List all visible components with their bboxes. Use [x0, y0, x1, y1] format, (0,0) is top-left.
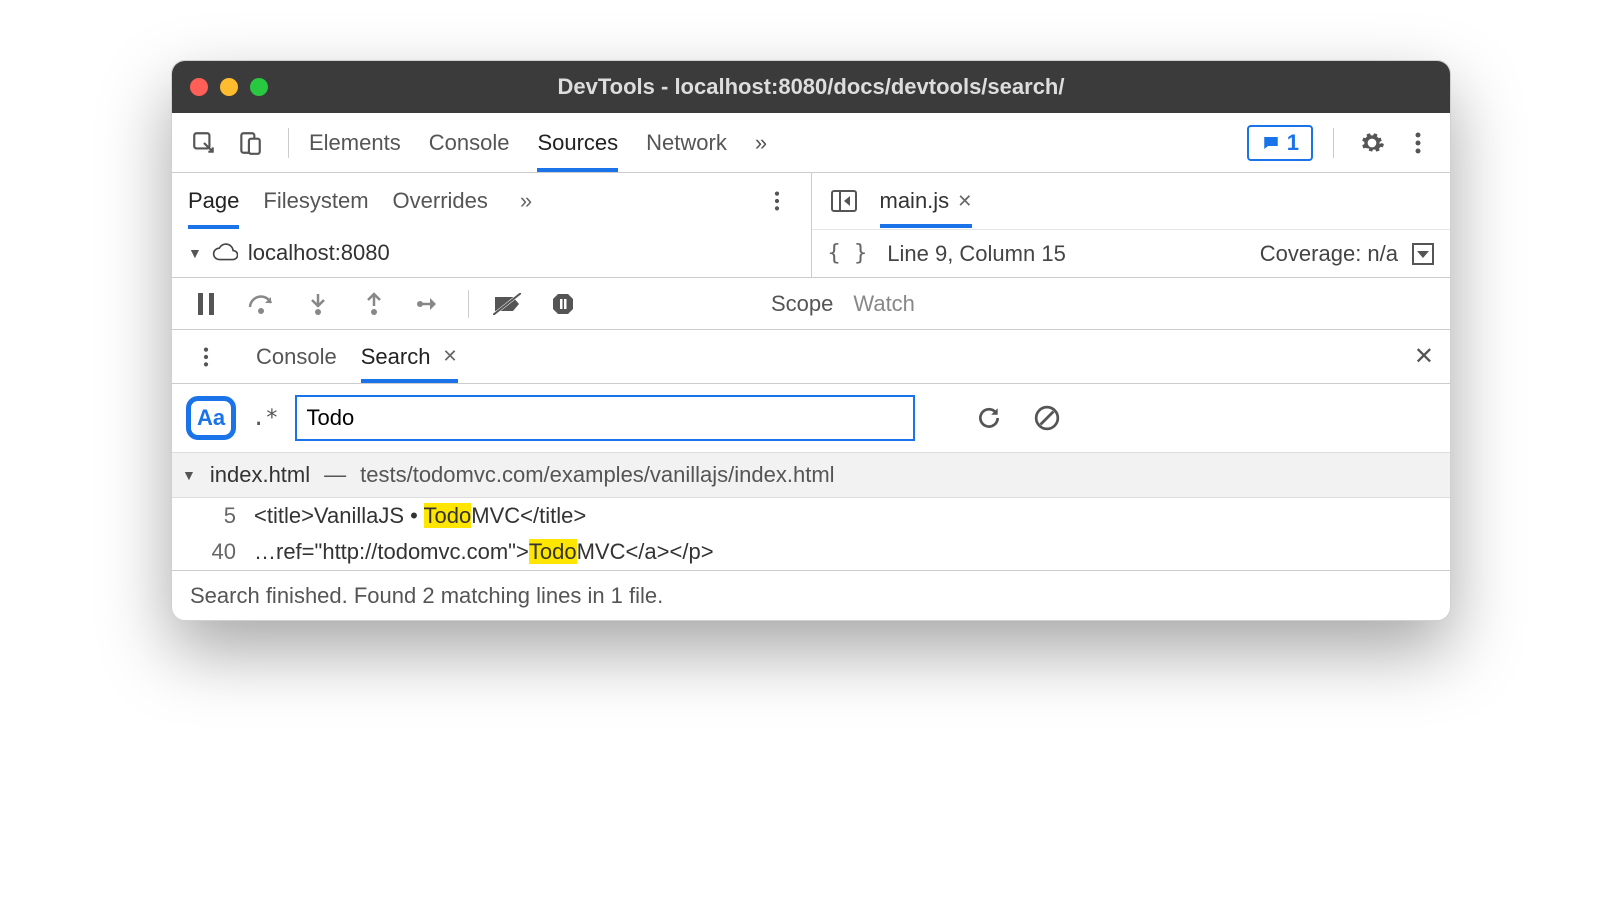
line-number: 40: [196, 539, 236, 565]
tab-console[interactable]: Console: [429, 113, 510, 172]
step-into-icon[interactable]: [300, 286, 336, 322]
window-title: DevTools - localhost:8080/docs/devtools/…: [188, 74, 1434, 100]
line-code: <title>VanillaJS • TodoMVC</title>: [254, 503, 586, 529]
status-bar: Search finished. Found 2 matching lines …: [172, 570, 1450, 620]
pause-on-exceptions-icon[interactable]: [545, 286, 581, 322]
search-match: Todo: [529, 539, 577, 564]
debugger-tab-watch[interactable]: Watch: [853, 291, 915, 317]
main-toolbar: Elements Console Sources Network » 1: [172, 113, 1450, 173]
step-over-icon[interactable]: [244, 286, 280, 322]
tabs-overflow[interactable]: »: [755, 113, 767, 172]
kebab-menu-icon[interactable]: [1400, 125, 1436, 161]
traffic-lights: [190, 78, 268, 96]
line-code: …ref="http://todomvc.com">TodoMVC</a></p…: [254, 539, 714, 565]
tab-elements[interactable]: Elements: [309, 113, 401, 172]
sources-split: Page Filesystem Overrides » ▼ localhost:…: [172, 173, 1450, 278]
debugger-toolbar: Scope Watch: [172, 278, 1450, 330]
step-out-icon[interactable]: [356, 286, 392, 322]
editor-pane: main.js ✕ { } Line 9, Column 15 Coverage…: [812, 173, 1451, 277]
drawer-tab-console[interactable]: Console: [256, 330, 337, 383]
result-file-dash: —: [324, 462, 346, 488]
feedback-count: 1: [1287, 130, 1299, 156]
main-tabs: Elements Console Sources Network »: [309, 113, 767, 172]
navigator-overflow[interactable]: »: [520, 188, 532, 214]
drawer-menu-icon[interactable]: [188, 339, 224, 375]
deactivate-breakpoints-icon[interactable]: [489, 286, 525, 322]
navigator-host-label: localhost:8080: [248, 240, 390, 266]
drawer-tab-search-label: Search: [361, 344, 431, 370]
refresh-icon[interactable]: [971, 400, 1007, 436]
drawer-tab-search[interactable]: Search ✕: [361, 330, 458, 383]
tab-sources[interactable]: Sources: [537, 113, 618, 172]
close-tab-icon[interactable]: ✕: [957, 191, 972, 212]
search-input[interactable]: [295, 395, 915, 441]
search-match: Todo: [424, 503, 472, 528]
navigator-pane: Page Filesystem Overrides » ▼ localhost:…: [172, 173, 812, 277]
clear-icon[interactable]: [1029, 400, 1065, 436]
search-result-line[interactable]: 40 …ref="http://todomvc.com">TodoMVC</a>…: [172, 534, 1450, 570]
navigator-tab-page[interactable]: Page: [188, 173, 239, 229]
navigator-tabs: Page Filesystem Overrides »: [172, 173, 811, 229]
coverage-label: Coverage: n/a: [1260, 241, 1398, 267]
result-file-name: index.html: [210, 462, 310, 488]
inspect-element-icon[interactable]: [186, 125, 222, 161]
pause-icon[interactable]: [188, 286, 224, 322]
separator: [1333, 128, 1334, 158]
separator: [288, 128, 289, 158]
navigator-host-row[interactable]: ▼ localhost:8080: [172, 229, 811, 277]
close-drawer-icon[interactable]: ✕: [1414, 342, 1434, 371]
editor-tabs: main.js ✕: [812, 173, 1451, 229]
feedback-badge[interactable]: 1: [1247, 125, 1313, 161]
disclosure-triangle-icon[interactable]: ▼: [182, 467, 196, 483]
coverage-dropdown-icon[interactable]: [1412, 243, 1434, 265]
line-number: 5: [196, 503, 236, 529]
device-toggle-icon[interactable]: [232, 125, 268, 161]
cursor-position: Line 9, Column 15: [887, 241, 1066, 267]
match-case-toggle[interactable]: Aa: [186, 396, 236, 440]
maximize-window-button[interactable]: [250, 78, 268, 96]
editor-file-name: main.js: [880, 188, 950, 214]
cloud-icon: [212, 243, 238, 263]
step-icon[interactable]: [412, 286, 448, 322]
pretty-print-icon[interactable]: { }: [828, 241, 868, 266]
search-result-line[interactable]: 5 <title>VanillaJS • TodoMVC</title>: [172, 498, 1450, 534]
debugger-tab-scope[interactable]: Scope: [771, 291, 833, 317]
disclosure-triangle-icon[interactable]: ▼: [188, 245, 202, 261]
regex-toggle[interactable]: .*: [252, 406, 279, 431]
status-text: Search finished. Found 2 matching lines …: [190, 583, 663, 609]
navigator-tab-overrides[interactable]: Overrides: [393, 173, 488, 229]
result-file-path: tests/todomvc.com/examples/vanillajs/ind…: [360, 462, 834, 488]
titlebar: DevTools - localhost:8080/docs/devtools/…: [172, 61, 1450, 113]
editor-file-tab[interactable]: main.js ✕: [880, 174, 973, 228]
search-toolbar: Aa .*: [172, 384, 1450, 452]
separator: [468, 290, 469, 318]
close-window-button[interactable]: [190, 78, 208, 96]
toggle-navigator-icon[interactable]: [826, 183, 862, 219]
drawer-tabs: Console Search ✕ ✕: [172, 330, 1450, 384]
editor-info-row: { } Line 9, Column 15 Coverage: n/a: [812, 229, 1451, 277]
settings-icon[interactable]: [1354, 125, 1390, 161]
navigator-tab-filesystem[interactable]: Filesystem: [263, 173, 368, 229]
minimize-window-button[interactable]: [220, 78, 238, 96]
devtools-window: DevTools - localhost:8080/docs/devtools/…: [171, 60, 1451, 621]
close-drawer-tab-icon[interactable]: ✕: [442, 346, 457, 367]
navigator-menu-icon[interactable]: [759, 183, 795, 219]
tab-network[interactable]: Network: [646, 113, 727, 172]
search-result-file[interactable]: ▼ index.html — tests/todomvc.com/example…: [172, 452, 1450, 498]
